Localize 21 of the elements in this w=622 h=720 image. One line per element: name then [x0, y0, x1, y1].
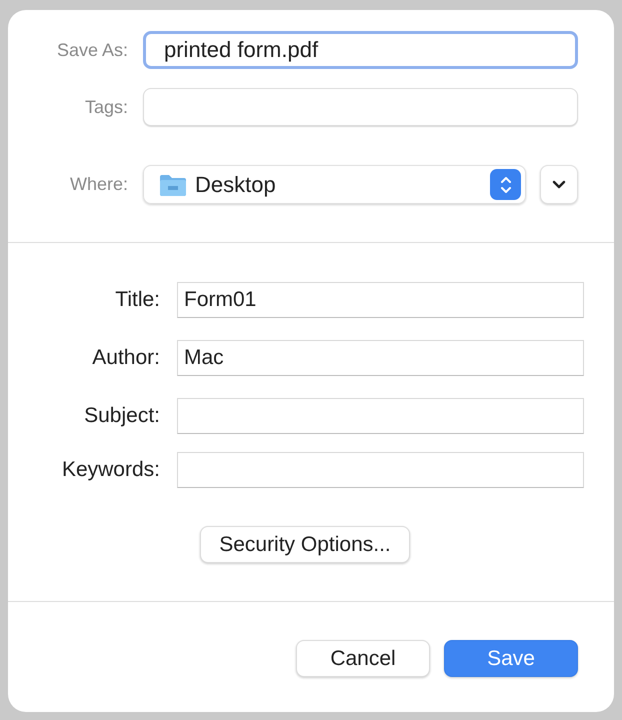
- chevron-down-icon: [552, 180, 566, 190]
- text-field[interactable]: Mac: [177, 340, 584, 376]
- field-label: Author:: [91, 346, 160, 370]
- file-name-field[interactable]: printed form.pdf: [143, 31, 578, 69]
- save-as-label: Save As:: [56, 40, 128, 60]
- security-options-button[interactable]: Security Options...: [200, 526, 410, 563]
- folder-icon: [159, 172, 187, 196]
- text-field[interactable]: [177, 398, 584, 434]
- text-field[interactable]: [177, 452, 584, 488]
- text-field[interactable]: Form01: [177, 282, 584, 318]
- location-popup[interactable]: Desktop: [143, 165, 526, 204]
- save-button[interactable]: Save: [444, 640, 578, 677]
- stepper-icon: [490, 169, 521, 200]
- tags-field[interactable]: [143, 88, 578, 126]
- field-label: Subject:: [83, 404, 160, 428]
- field-label: Keywords:: [60, 458, 160, 482]
- tags-label: Tags:: [84, 96, 128, 118]
- where-label: Where:: [68, 174, 128, 195]
- expand-button[interactable]: [540, 165, 578, 204]
- field-label: Title:: [114, 288, 160, 312]
- cancel-button[interactable]: Cancel: [296, 640, 430, 677]
